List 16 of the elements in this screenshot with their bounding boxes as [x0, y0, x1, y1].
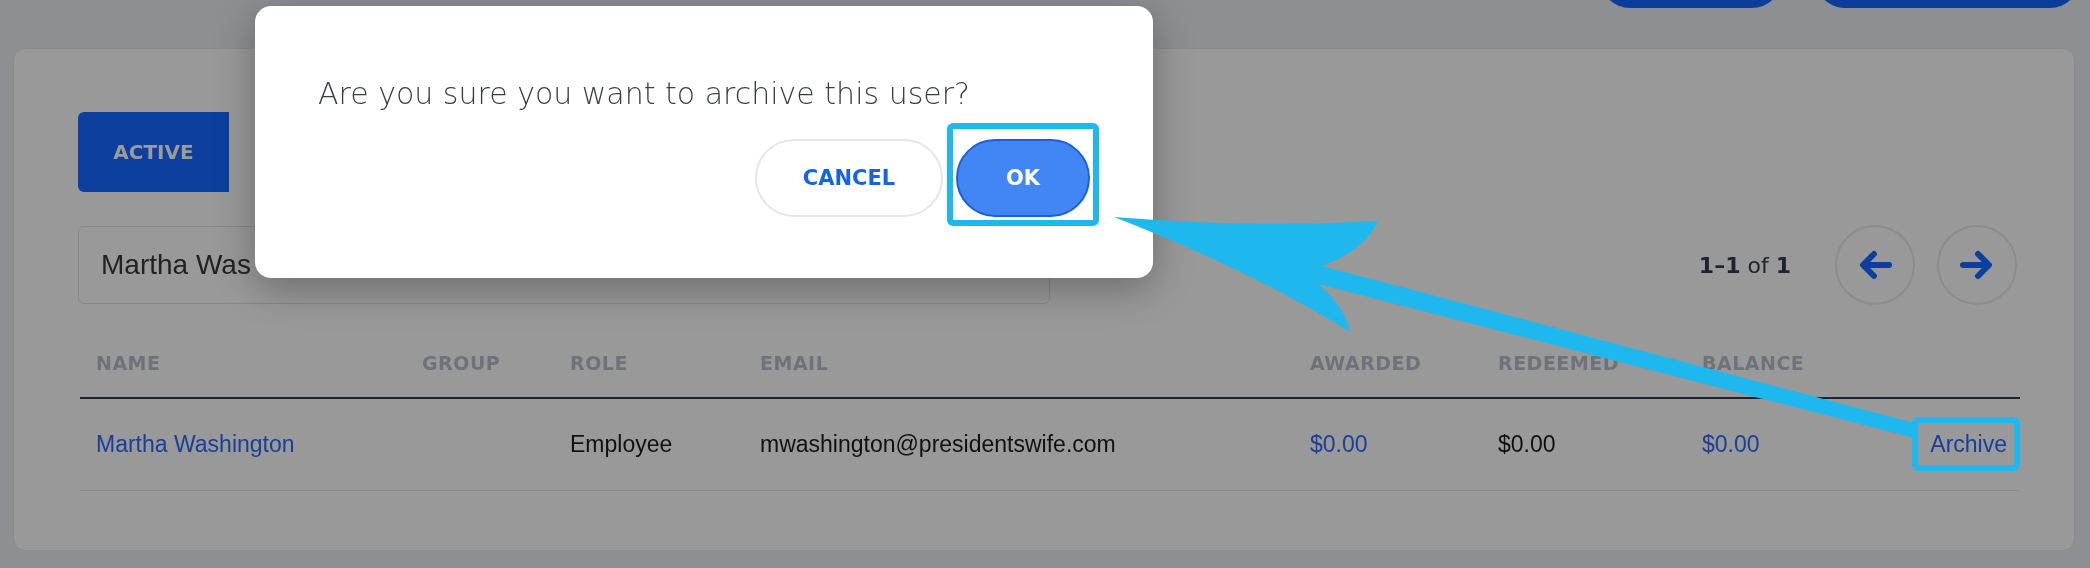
- redeemed-cell: $0.00: [1498, 431, 1556, 457]
- archive-link[interactable]: Archive: [1930, 431, 2007, 457]
- awarded-link[interactable]: $0.00: [1310, 431, 1368, 457]
- cancel-button[interactable]: CANCEL: [755, 139, 943, 217]
- balance-link[interactable]: $0.00: [1702, 431, 1760, 457]
- page-range: 1–1 of 1: [1698, 252, 1791, 278]
- user-name-link[interactable]: Martha Washington: [96, 431, 295, 457]
- email-cell: mwashington@presidentswife.com: [760, 431, 1116, 457]
- arrow-left-icon: [1858, 250, 1892, 280]
- status-tab[interactable]: ACTIVE: [78, 112, 229, 192]
- ok-button[interactable]: OK: [956, 139, 1090, 217]
- dialog-message: Are you sure you want to archive this user?: [318, 76, 971, 111]
- role-cell: Employee: [570, 431, 673, 457]
- arrow-right-icon: [1960, 250, 1994, 280]
- next-page-button[interactable]: [1937, 225, 2017, 305]
- previous-page-button[interactable]: [1835, 225, 1915, 305]
